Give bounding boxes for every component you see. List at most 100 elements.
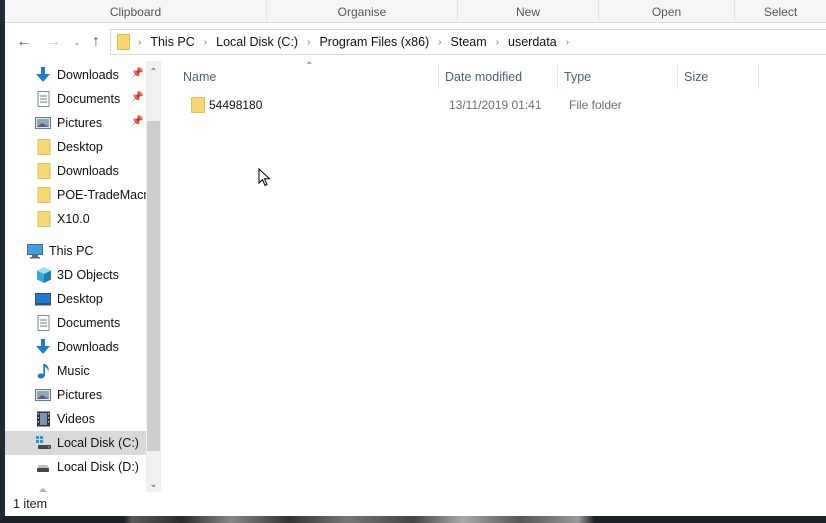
download-arrow-icon (36, 67, 50, 82)
sidebar-item-label: Videos (57, 412, 95, 426)
sidebar-item-label: X10.0 (57, 212, 90, 226)
chevron-down-icon: ⌄ (73, 37, 81, 47)
ribbon-group-clipboard[interactable]: Clipboard (5, 0, 267, 23)
file-date-modified: 13/11/2019 01:41 (449, 98, 542, 112)
navigation-bar: ← → ⌄ ↑ › This PC › Local Disk (C:) › Pr… (5, 23, 826, 61)
breadcrumb-steam[interactable]: Steam (451, 35, 487, 49)
forward-button[interactable]: → (45, 33, 61, 51)
recent-locations-button[interactable]: ⌄ (69, 33, 85, 51)
pictures-icon (35, 117, 51, 129)
chevron-up-icon: ⌃ (149, 67, 158, 78)
background-desktop-strip (0, 516, 826, 523)
scroll-thumb[interactable] (147, 121, 160, 451)
item-count: 1 item (13, 497, 48, 511)
ribbon: Clipboard Organise New Open Select (5, 0, 826, 23)
sidebar-item-downloads[interactable]: Downloads (5, 335, 146, 359)
sidebar-item-this-pc[interactable]: This PC (5, 239, 146, 263)
sidebar-item-label: Downloads (57, 340, 119, 354)
chevron-down-icon: ⌄ (149, 479, 158, 490)
folder-icon (37, 187, 51, 203)
sidebar-item-label: Desktop (57, 292, 103, 306)
sidebar-item-local-disk-c[interactable]: Local Disk (C:) (5, 431, 146, 455)
download-arrow-icon (36, 339, 50, 354)
scroll-up-button[interactable]: ⌃ (146, 65, 161, 81)
sidebar-item-label: POE-TradeMacro (57, 188, 146, 202)
sidebar-item-videos[interactable]: Videos (5, 407, 146, 431)
pin-icon[interactable]: 📌 (131, 92, 143, 103)
breadcrumb-program-files-x86[interactable]: Program Files (x86) (319, 35, 429, 49)
computer-icon (27, 244, 43, 259)
sidebar-item-pictures[interactable]: Pictures (5, 383, 146, 407)
ribbon-group-new[interactable]: New (458, 0, 599, 23)
pin-icon[interactable]: 📌 (131, 116, 143, 127)
file-list: ⌃ Name Date modified Type Size 54498180 … (161, 61, 826, 492)
folder-icon (117, 34, 130, 50)
column-header-date-modified[interactable]: Date modified (439, 65, 557, 89)
sidebar-item-label: Downloads (57, 164, 119, 178)
file-name: 54498180 (209, 98, 263, 112)
sidebar-item-local-disk-d[interactable]: Local Disk (D:) (5, 455, 146, 479)
breadcrumb-local-disk-c[interactable]: Local Disk (C:) (216, 35, 298, 49)
sidebar-item-label: This PC (49, 244, 94, 258)
desktop-icon (35, 293, 51, 306)
breadcrumb-this-pc[interactable]: This PC (150, 35, 194, 49)
sidebar-item-label: Downloads (57, 68, 119, 82)
sidebar-item-label: Local Disk (D:) (57, 460, 139, 474)
drive-icon (37, 465, 49, 472)
document-icon (37, 91, 50, 107)
column-header-size[interactable]: Size (678, 65, 758, 89)
sidebar-item-desktop-folder[interactable]: Desktop (5, 135, 146, 159)
column-header-name[interactable]: Name (177, 65, 437, 89)
sidebar-item-music[interactable]: Music (5, 359, 146, 383)
file-explorer-window: Clipboard Organise New Open Select ← → ⌄… (5, 0, 826, 516)
sidebar-item-label: Documents (57, 92, 121, 106)
table-row[interactable]: 54498180 13/11/2019 01:41 File folder (161, 94, 781, 116)
back-button[interactable]: ← (16, 33, 32, 51)
sidebar-item-poe-trademacro[interactable]: POE-TradeMacro (5, 183, 146, 207)
arrow-up-icon: ↑ (92, 33, 100, 50)
chevron-right-icon[interactable]: › (496, 37, 499, 48)
pin-icon[interactable]: 📌 (131, 68, 143, 79)
column-header-type[interactable]: Type (558, 65, 678, 89)
sidebar-item-pictures-pinned[interactable]: Pictures 📌 (5, 111, 146, 135)
sidebar-item-label: Pictures (57, 388, 103, 402)
sidebar-item-downloads-pinned[interactable]: Downloads 📌 (5, 63, 146, 87)
sidebar-item-documents[interactable]: Documents (5, 311, 146, 335)
ribbon-group-open[interactable]: Open (599, 0, 735, 23)
arrow-right-icon: → (45, 33, 61, 50)
mouse-pointer-icon (258, 168, 271, 187)
chevron-right-icon[interactable]: › (138, 37, 141, 48)
sidebar-item-label: Pictures (57, 116, 103, 130)
sidebar-item-label: Desktop (57, 140, 103, 154)
film-icon (37, 411, 50, 427)
sidebar-item-label: Music (57, 364, 90, 378)
up-button[interactable]: ↑ (88, 33, 104, 51)
ribbon-group-select[interactable]: Select (735, 0, 826, 23)
sidebar-item-label: 3D Objects (57, 268, 119, 282)
sidebar-item-downloads-folder[interactable]: Downloads (5, 159, 146, 183)
column-divider[interactable] (758, 65, 759, 89)
chevron-right-icon[interactable]: › (307, 37, 310, 48)
navigation-pane-scrollbar[interactable]: ⌃ ⌄ (146, 61, 161, 492)
sidebar-item-3d-objects[interactable]: 3D Objects (5, 263, 146, 287)
chevron-right-icon[interactable]: › (566, 37, 569, 48)
sidebar-item-label: Documents (57, 316, 121, 330)
arrow-left-icon: ← (16, 33, 32, 50)
sidebar-item-label: Local Disk (C:) (57, 436, 139, 450)
sidebar-item-documents-pinned[interactable]: Documents 📌 (5, 87, 146, 111)
sidebar-item-x10[interactable]: X10.0 (5, 207, 146, 231)
cube-icon (37, 267, 51, 283)
sidebar-item-partial (5, 479, 146, 492)
navigation-pane: Downloads 📌 Documents 📌 Pictures 📌 Deskt… (5, 61, 161, 492)
scroll-down-button[interactable]: ⌄ (146, 477, 161, 493)
ribbon-group-organise[interactable]: Organise (267, 0, 458, 23)
folder-icon (37, 139, 51, 155)
address-bar[interactable]: › This PC › Local Disk (C:) › Program Fi… (110, 29, 826, 55)
chevron-right-icon[interactable]: › (204, 37, 207, 48)
folder-icon (37, 211, 51, 227)
breadcrumb-userdata[interactable]: userdata (508, 35, 557, 49)
chevron-right-icon[interactable]: › (438, 37, 441, 48)
sidebar-item-desktop[interactable]: Desktop (5, 287, 146, 311)
document-icon (37, 315, 50, 331)
system-drive-icon (36, 436, 51, 449)
